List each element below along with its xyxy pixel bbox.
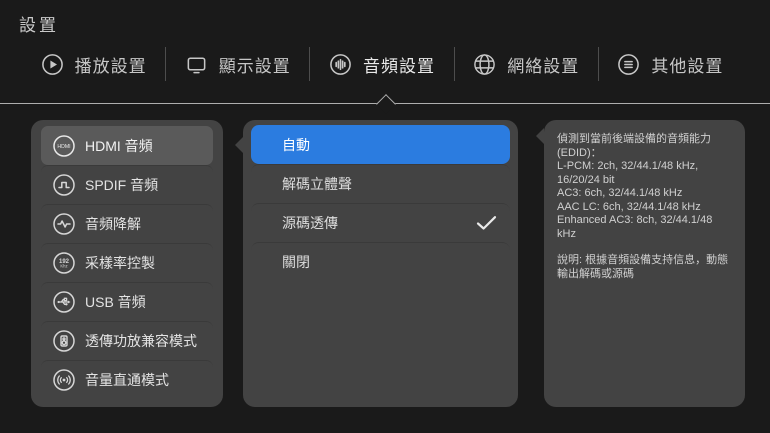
hdmi-audio-options-panel: 自動 解碼立體聲 源碼透傳 關閉 [243,120,518,407]
options-panel-notch [235,137,243,153]
tab-label: 播放設置 [74,56,147,76]
amp-speaker-icon [53,330,75,352]
svg-text:HDMI: HDMI [57,144,70,150]
sidebar-item-audio-downgrade[interactable]: 音頻降解 [41,204,213,243]
usb-icon [53,291,75,313]
option-raw-passthrough[interactable]: 源碼透傳 [251,203,510,242]
hdmi-icon: HDMI [53,134,75,157]
check-icon [476,216,497,230]
tab-audio-settings[interactable]: 音頻設置 [310,52,453,77]
tab-label: 網絡設置 [507,56,580,76]
sidebar-item-volume-passthrough-mode[interactable]: 音量直通模式 [41,360,213,399]
tab-label: 音頻設置 [363,56,435,76]
option-label: 自動 [282,136,310,153]
display-icon [187,57,206,73]
sidebar-item-usb-audio[interactable]: USB 音頻 [41,282,213,321]
sidebar-item-label: HDMI 音頻 [85,137,153,154]
sidebar-item-passthrough-amp-mode[interactable]: 透傳功放兼容模式 [41,321,213,360]
option-label: 解碼立體聲 [282,176,352,192]
waveform-icon [53,213,75,235]
tab-network-settings[interactable]: 網絡設置 [455,52,598,77]
settings-tab-bar: 播放設置 顯示設置 音頻設置 網絡設置 其他設置 [22,42,742,86]
edid-info-text: 偵測到當前後端設備的音頻能力 (EDID)： L-PCM: 2ch, 32/44… [557,133,713,240]
volume-passthrough-icon [53,369,75,391]
menu-circle-icon [618,53,640,75]
tab-label: 其他設置 [651,56,724,76]
svg-text:Khz: Khz [60,264,67,269]
tab-label: 顯示設置 [218,56,291,76]
option-label: 源碼透傳 [282,215,338,231]
play-icon [41,53,63,75]
sidebar-item-label: 透傳功放兼容模式 [85,333,197,349]
active-tab-notch [376,94,396,114]
sidebar-item-label: SPDIF 音頻 [85,177,159,193]
option-off[interactable]: 關閉 [251,242,510,281]
sidebar-item-label: 采樣率控製 [85,255,155,271]
tab-playback-settings[interactable]: 播放設置 [22,52,165,77]
tab-other-settings[interactable]: 其他設置 [599,52,742,77]
option-auto[interactable]: 自動 [251,125,510,164]
audio-settings-sidebar: HDMI HDMI 音頻 SPDIF 音頻 音頻降解 192 Khz 采樣率控製 [31,120,223,407]
samplerate-icon: 192 Khz [53,252,75,274]
info-panel: 偵測到當前後端設備的音頻能力 (EDID)： L-PCM: 2ch, 32/44… [544,120,745,407]
sidebar-item-hdmi-audio[interactable]: HDMI HDMI 音頻 [41,126,213,165]
equalizer-icon [330,53,351,75]
sidebar-item-sample-rate-control[interactable]: 192 Khz 采樣率控製 [41,243,213,282]
sidebar-item-label: 音頻降解 [85,216,141,232]
page-title: 設置 [19,16,59,35]
sidebar-item-spdif-audio[interactable]: SPDIF 音頻 [41,165,213,204]
sidebar-item-label: USB 音頻 [85,294,146,310]
globe-icon [474,53,496,75]
option-label: 關閉 [282,254,310,270]
note-text: 說明: 根據音頻設備支持信息，動態 輸出解碼或源碼 [557,254,729,280]
sidebar-item-label: 音量直通模式 [85,372,169,388]
tab-display-settings[interactable]: 顯示設置 [166,52,309,77]
option-decode-stereo[interactable]: 解碼立體聲 [251,164,510,203]
info-panel-notch [536,128,544,144]
spdif-icon [53,174,75,196]
